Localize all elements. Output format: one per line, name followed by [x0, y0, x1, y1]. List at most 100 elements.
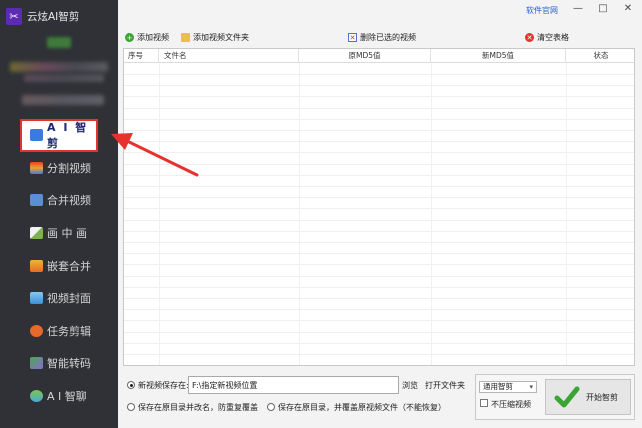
- blurred-avatar: [47, 37, 71, 48]
- app-logo-icon: ✂: [6, 7, 22, 25]
- save-original-overwrite-label: 保存在原目录，并覆盖原视频文件（不能恢复）: [278, 403, 446, 412]
- table-row[interactable]: [124, 176, 634, 187]
- table-row[interactable]: [124, 64, 634, 75]
- column-header-new-md5[interactable]: 新MD5值: [431, 49, 566, 63]
- sidebar-item-label: A I 智剪: [47, 121, 89, 151]
- mode-select[interactable]: 通用智剪 ▾: [479, 381, 537, 393]
- column-header-filename[interactable]: 文件名: [159, 49, 299, 63]
- app-title: ✂ 云炫AI智剪: [6, 6, 79, 26]
- sidebar-item-ai-clip[interactable]: A I 智剪: [20, 119, 98, 152]
- task-icon: [30, 324, 43, 337]
- table-row[interactable]: [124, 198, 634, 210]
- add-icon: +: [125, 33, 134, 42]
- table-row[interactable]: [124, 243, 634, 255]
- folder-icon: [181, 33, 190, 42]
- chat-icon: [30, 390, 43, 403]
- sidebar-item-label: A I 智聊: [47, 390, 87, 404]
- start-clip-button[interactable]: 开始智剪: [545, 379, 631, 415]
- nested-merge-icon: [30, 259, 43, 272]
- blurred-user-info: [10, 62, 108, 72]
- app-title-text: 云炫AI智剪: [27, 10, 80, 23]
- table-row[interactable]: [124, 75, 634, 87]
- table-row[interactable]: [124, 86, 634, 98]
- sidebar-item-video-cover[interactable]: 视频封面: [0, 282, 118, 315]
- close-button[interactable]: ✕: [620, 3, 636, 17]
- sidebar-item-ai-chat[interactable]: A I 智聊: [0, 380, 118, 413]
- file-table[interactable]: 序号 文件名 原MD5值 新MD5值 状态: [123, 48, 635, 366]
- maximize-button[interactable]: □: [595, 3, 611, 17]
- sidebar-item-label: 分割视频: [47, 161, 91, 175]
- column-divider: [431, 63, 432, 365]
- minimize-button[interactable]: —: [570, 3, 586, 17]
- sidebar-item-label: 任务剪辑: [47, 324, 91, 338]
- table-row[interactable]: [124, 266, 634, 277]
- table-row[interactable]: [124, 120, 634, 131]
- table-row[interactable]: [124, 98, 634, 109]
- table-row[interactable]: [124, 288, 634, 299]
- chevron-down-icon: ▾: [529, 383, 533, 391]
- sidebar-item-merge-video[interactable]: 合并视频: [0, 184, 118, 217]
- table-row[interactable]: [124, 154, 634, 165]
- delete-selected-button[interactable]: ✕ 删除已选的视频: [348, 32, 416, 43]
- save-original-overwrite-radio[interactable]: [267, 403, 275, 411]
- column-header-original-md5[interactable]: 原MD5值: [299, 49, 431, 63]
- checkmark-icon: [554, 386, 580, 408]
- output-path-input[interactable]: [188, 376, 399, 394]
- website-link[interactable]: 软件官网: [526, 5, 558, 16]
- no-compress-checkbox[interactable]: [480, 399, 488, 407]
- split-icon: [30, 161, 43, 174]
- save-original-rename-radio[interactable]: [127, 403, 135, 411]
- blurred-user-info-2: [24, 74, 104, 82]
- sidebar-item-task-clip[interactable]: 任务剪辑: [0, 315, 118, 348]
- table-row[interactable]: [124, 187, 634, 199]
- sidebar-item-label: 视频封面: [47, 292, 91, 306]
- sidebar-item-label: 合并视频: [47, 194, 91, 208]
- table-row[interactable]: [124, 310, 634, 322]
- cover-image-icon: [30, 292, 43, 305]
- table-row[interactable]: [124, 210, 634, 221]
- clear-table-button[interactable]: ✕ 清空表格: [525, 32, 569, 43]
- column-divider: [566, 63, 567, 365]
- table-row[interactable]: [124, 355, 634, 365]
- sidebar-item-split-video[interactable]: 分割视频: [0, 152, 118, 185]
- add-video-folder-button[interactable]: 添加视频文件夹: [181, 32, 249, 43]
- open-folder-button[interactable]: 打开文件夹: [425, 380, 465, 391]
- table-row[interactable]: [124, 109, 634, 120]
- no-compress-label: 不压缩视频: [491, 400, 531, 409]
- sidebar-nav: A I 智剪 分割视频 合并视频 画 中 画 嵌套合并 视频封面 任务剪辑 智能…: [0, 119, 118, 412]
- column-divider: [299, 63, 300, 365]
- table-row[interactable]: [124, 232, 634, 243]
- clip-options-panel: 通用智剪 ▾ 不压缩视频 开始智剪: [475, 374, 635, 420]
- save-new-location-radio[interactable]: [127, 381, 135, 389]
- add-video-label: 添加视频: [137, 33, 169, 42]
- table-header: 序号 文件名 原MD5值 新MD5值 状态: [124, 49, 634, 63]
- column-header-index[interactable]: 序号: [124, 49, 159, 63]
- delete-selected-label: 删除已选的视频: [360, 33, 416, 42]
- sidebar-item-nested-merge[interactable]: 嵌套合并: [0, 249, 118, 282]
- table-row[interactable]: [124, 221, 634, 232]
- table-row[interactable]: [124, 299, 634, 311]
- blurred-user-info-3: [22, 95, 104, 105]
- table-row[interactable]: [124, 131, 634, 143]
- sidebar-item-smart-transcode[interactable]: 智能转码: [0, 347, 118, 380]
- start-clip-label: 开始智剪: [586, 392, 618, 402]
- column-divider: [159, 63, 160, 365]
- table-row[interactable]: [124, 142, 634, 154]
- add-video-folder-label: 添加视频文件夹: [193, 33, 249, 42]
- mode-select-value: 通用智剪: [483, 382, 513, 391]
- scissors-icon: [30, 129, 43, 142]
- sidebar-item-label: 智能转码: [47, 357, 91, 371]
- table-row[interactable]: [124, 344, 634, 355]
- sidebar-item-picture-in-picture[interactable]: 画 中 画: [0, 217, 118, 250]
- table-row[interactable]: [124, 277, 634, 288]
- browse-button[interactable]: 浏览: [402, 380, 418, 391]
- table-row[interactable]: [124, 165, 634, 176]
- merge-icon: [30, 194, 43, 207]
- add-video-button[interactable]: + 添加视频: [125, 32, 169, 43]
- delete-icon: ✕: [348, 33, 357, 42]
- table-row[interactable]: [124, 254, 634, 266]
- table-row[interactable]: [124, 322, 634, 333]
- table-row[interactable]: [124, 333, 634, 344]
- column-header-status[interactable]: 状态: [566, 49, 634, 63]
- transcode-icon: [30, 357, 43, 370]
